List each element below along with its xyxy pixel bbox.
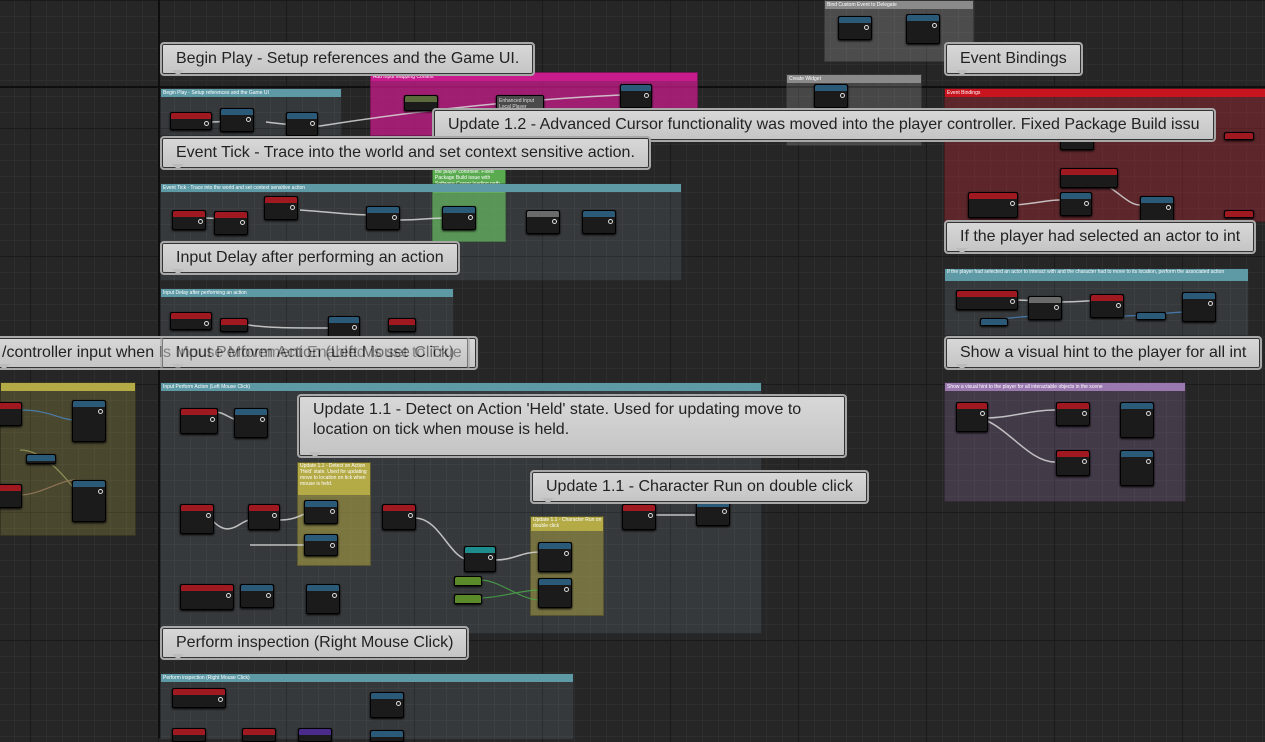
left-node-b[interactable] xyxy=(72,400,106,442)
comment-header: Show a visual hint to the player for all… xyxy=(945,383,1185,391)
comment-header: Bind Custom Event to Delegate xyxy=(825,1,973,9)
selected-node-a[interactable] xyxy=(1028,296,1062,320)
comment-header: Update 1.1 - Character Run on double cli… xyxy=(531,517,603,531)
binding-node-d[interactable] xyxy=(968,192,1018,218)
selected-node-c[interactable] xyxy=(1182,292,1216,322)
teal-node[interactable] xyxy=(464,546,496,572)
comment-bubble-update-1-1-held[interactable]: Update 1.1 - Detect on Action 'Held' sta… xyxy=(297,394,847,458)
selected-node-b[interactable] xyxy=(1090,294,1124,318)
add-mapping-node[interactable] xyxy=(620,84,652,108)
released-event-node[interactable] xyxy=(180,584,234,610)
comment-bubble-event-bindings[interactable]: Event Bindings xyxy=(944,42,1083,76)
left-node-d[interactable] xyxy=(0,484,22,508)
run-node-b[interactable] xyxy=(538,578,572,608)
cast-node[interactable] xyxy=(286,112,318,136)
selected-node-d[interactable] xyxy=(980,318,1008,326)
comment-header xyxy=(1,383,135,391)
inspect-event-node[interactable] xyxy=(172,688,226,708)
comment-bubble-visual-hint[interactable]: Show a visual hint to the player for all… xyxy=(944,336,1263,370)
binding-node-c[interactable] xyxy=(1060,168,1118,188)
delay-event-node[interactable] xyxy=(170,312,212,330)
grey-node[interactable] xyxy=(526,210,560,234)
event-begin-play-node[interactable] xyxy=(170,112,212,130)
click-set-node[interactable] xyxy=(234,408,268,438)
get-controller-node[interactable] xyxy=(220,108,254,132)
comment-bubble-player-selected[interactable]: If the player had selected an actor to i… xyxy=(944,220,1257,254)
inspect-node-a[interactable] xyxy=(370,692,404,718)
inspect-node-b[interactable] xyxy=(172,728,206,742)
held-node-a[interactable] xyxy=(304,500,338,524)
branch-node[interactable] xyxy=(214,211,248,235)
left-click-event-node[interactable] xyxy=(180,408,218,434)
click-branch-node[interactable] xyxy=(180,504,214,534)
comment-header: Event Bindings xyxy=(945,89,1265,97)
comment-bubble-begin-play[interactable]: Begin Play - Setup references and the Ga… xyxy=(160,42,536,76)
comment-bubble-event-tick[interactable]: Event Tick - Trace into the world and se… xyxy=(160,136,651,170)
inspect-node-d[interactable] xyxy=(298,728,332,742)
click-node-c[interactable] xyxy=(382,504,416,530)
released-node-b[interactable] xyxy=(306,584,340,614)
comment-header: Update 1.1 - Detect on Action 'Held' sta… xyxy=(298,463,370,495)
inspect-node-e[interactable] xyxy=(370,730,404,742)
delay-end-node[interactable] xyxy=(388,318,416,332)
inspect-node-c[interactable] xyxy=(242,728,276,742)
binding-node-g[interactable] xyxy=(1224,132,1254,140)
comment-header: Perform inspection (Right Mouse Click) xyxy=(161,674,573,682)
delay-node[interactable] xyxy=(220,318,248,332)
cursor-node[interactable] xyxy=(442,206,476,230)
set-widget-node[interactable] xyxy=(582,210,616,234)
hint-event-node[interactable] xyxy=(956,402,988,432)
selected-node-e[interactable] xyxy=(1136,312,1166,320)
binding-node-h[interactable] xyxy=(1224,210,1254,218)
run-node-a[interactable] xyxy=(538,542,572,572)
click-node-d[interactable] xyxy=(622,504,656,530)
delay-set-node[interactable] xyxy=(328,316,360,338)
trace-node[interactable] xyxy=(264,196,298,220)
green-node-a[interactable] xyxy=(454,576,482,586)
set-action-node[interactable] xyxy=(366,206,400,230)
hint-node-c[interactable] xyxy=(1056,450,1090,476)
comment-header: Create Widget xyxy=(787,75,921,83)
comment-bubble-input-delay[interactable]: Input Delay after performing an action xyxy=(160,241,460,275)
released-node-a[interactable] xyxy=(240,584,274,608)
left-node-a[interactable] xyxy=(0,402,22,426)
left-node-c[interactable] xyxy=(26,454,56,464)
comment-bubble-input-perform[interactable]: Input Perform Action (Left Mouse Click) xyxy=(160,336,471,370)
hint-node-b[interactable] xyxy=(1120,402,1154,438)
top-node-a[interactable] xyxy=(838,16,872,40)
hint-node-a[interactable] xyxy=(1056,402,1090,426)
event-tick-node[interactable] xyxy=(172,210,206,230)
green-node-b[interactable] xyxy=(454,594,482,604)
selected-event-node[interactable] xyxy=(956,290,1018,310)
left-node-e[interactable] xyxy=(72,480,106,522)
comment-header: If the player had selected an actor to i… xyxy=(945,269,1248,281)
comment-header: Input Perform Action (Left Mouse Click) xyxy=(161,383,761,391)
click-node-b[interactable] xyxy=(248,504,280,530)
comment-bubble-perform-inspection[interactable]: Perform inspection (Right Mouse Click) xyxy=(160,626,470,660)
binding-node-e[interactable] xyxy=(1060,192,1092,216)
top-node-b[interactable] xyxy=(906,14,940,44)
hint-node-d[interactable] xyxy=(1120,450,1154,486)
comment-bubble-update-1-1-run[interactable]: Update 1.1 - Character Run on double cli… xyxy=(530,470,869,504)
held-node-b[interactable] xyxy=(304,534,338,556)
comment-header: Begin Play - Setup references and the Ga… xyxy=(161,89,341,97)
comment-header: Event Tick - Trace into the world and se… xyxy=(161,184,681,192)
comment-header: Input Delay after performing an action xyxy=(161,289,453,297)
create-widget-node[interactable] xyxy=(814,84,848,108)
